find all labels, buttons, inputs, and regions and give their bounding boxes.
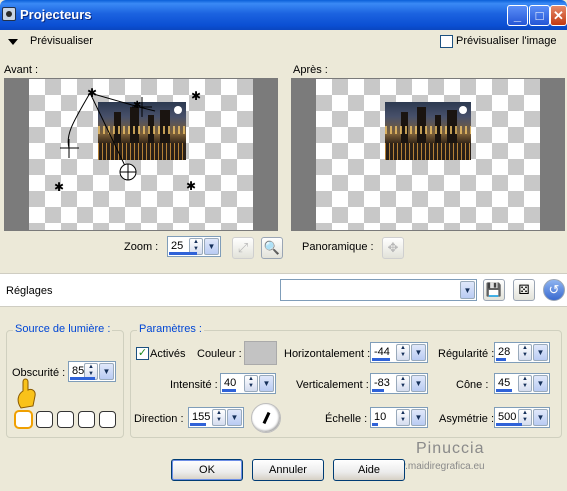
regularity-input[interactable]: 28 ▲ ▼ ▼ xyxy=(494,342,550,363)
svg-text:✱: ✱ xyxy=(191,89,201,103)
zoom-dropdown-icon[interactable]: ▼ xyxy=(204,238,219,255)
zoom-tool-button[interactable]: 🔍 xyxy=(261,237,283,259)
direction-label: Direction : xyxy=(134,413,184,425)
zoom-label: Zoom : xyxy=(124,241,159,253)
scale-input[interactable]: 10 ▲ ▼ ▼ xyxy=(370,407,428,428)
intensity-input[interactable]: 40 ▲ ▼ ▼ xyxy=(220,373,276,394)
title-bar: Projecteurs _ □ ✕ xyxy=(0,0,567,30)
light-source-legend: Source de lumière : xyxy=(13,323,113,335)
intensity-label: Intensité : xyxy=(170,379,218,391)
watermark-name: Pinuccia xyxy=(416,440,485,457)
presets-dropdown-icon[interactable]: ▼ xyxy=(460,281,475,299)
svg-text:✱: ✱ xyxy=(133,100,141,111)
zoom-input[interactable]: 25 ▲ ▼ ▼ xyxy=(167,236,221,257)
app-icon xyxy=(2,7,16,21)
svg-text:✱: ✱ xyxy=(54,180,64,194)
after-label: Après : xyxy=(293,64,328,76)
spotlight-shape-2[interactable] xyxy=(36,411,53,428)
color-label: Couleur : xyxy=(197,348,242,360)
close-button[interactable]: ✕ xyxy=(550,5,567,26)
spotlight-shape-1[interactable] xyxy=(15,411,32,428)
spotlight-shape-3[interactable] xyxy=(57,411,74,428)
svg-text:✱: ✱ xyxy=(87,86,97,100)
horizontal-input[interactable]: -44 ▲ ▼ ▼ xyxy=(370,342,428,363)
preview-image-label[interactable]: Prévisualiser l'image xyxy=(456,35,557,47)
parameters-legend: Paramètres : xyxy=(137,323,204,335)
before-preview[interactable]: ✱ ✱ ✱ ✱ ✱ xyxy=(4,78,278,231)
cone-label: Cône : xyxy=(456,379,489,391)
presets-label: Réglages xyxy=(6,285,53,297)
fit-window-button[interactable]: ⤢ xyxy=(232,237,254,259)
preview-label[interactable]: Prévisualiser xyxy=(30,35,93,47)
help-button[interactable]: Aide xyxy=(333,459,405,481)
svg-text:✱: ✱ xyxy=(186,179,196,193)
darkness-input[interactable]: 85 ▲ ▼ ▼ xyxy=(68,361,116,382)
regularity-label: Régularité : xyxy=(438,348,495,360)
scale-label: Échelle : xyxy=(325,413,368,425)
save-preset-icon[interactable]: 💾 xyxy=(483,279,505,301)
after-photo xyxy=(385,102,471,160)
direction-input[interactable]: 155 ▲ ▼ ▼ xyxy=(188,407,244,428)
cancel-button[interactable]: Annuler xyxy=(252,459,324,481)
minimize-button[interactable]: _ xyxy=(507,5,528,26)
maximize-button[interactable]: □ xyxy=(529,5,550,26)
before-label: Avant : xyxy=(4,64,39,76)
after-preview xyxy=(291,78,565,231)
color-swatch[interactable] xyxy=(244,341,277,365)
random-dice-icon[interactable]: ⚄ xyxy=(513,279,535,301)
window-title: Projecteurs xyxy=(20,7,92,22)
collapse-arrow-icon[interactable] xyxy=(8,39,18,45)
spotlight-shape-5[interactable] xyxy=(99,411,116,428)
presets-bar: Réglages ▼ 💾 ⚄ ↺ xyxy=(0,273,567,307)
preview-image-checkbox[interactable] xyxy=(440,35,453,48)
vertical-input[interactable]: -83 ▲ ▼ ▼ xyxy=(370,373,428,394)
pan-button[interactable]: ✥ xyxy=(382,237,404,259)
spotlight-handles[interactable]: ✱ ✱ ✱ ✱ ✱ xyxy=(5,79,278,231)
horizontal-label: Horizontalement : xyxy=(284,348,371,360)
presets-combo[interactable]: ▼ xyxy=(280,279,477,301)
active-label[interactable]: Activés xyxy=(150,348,185,360)
preview-bar: Prévisualiser Prévisualiser l'image xyxy=(0,30,567,54)
asymmetry-label: Asymétrie : xyxy=(439,413,495,425)
cone-input[interactable]: 45 ▲ ▼ ▼ xyxy=(494,373,550,394)
pointer-hand-icon xyxy=(17,378,36,409)
reset-icon[interactable]: ↺ xyxy=(543,279,565,301)
ok-button[interactable]: OK xyxy=(171,459,243,481)
darkness-dropdown-icon[interactable]: ▼ xyxy=(99,363,114,380)
active-checkbox[interactable]: ✓ xyxy=(136,347,149,360)
vertical-label: Verticalement : xyxy=(296,379,369,391)
spotlight-shape-4[interactable] xyxy=(78,411,95,428)
direction-dial[interactable] xyxy=(251,403,281,433)
pan-label: Panoramique : xyxy=(302,241,374,253)
asymmetry-input[interactable]: 500 ▲ ▼ ▼ xyxy=(494,407,550,428)
